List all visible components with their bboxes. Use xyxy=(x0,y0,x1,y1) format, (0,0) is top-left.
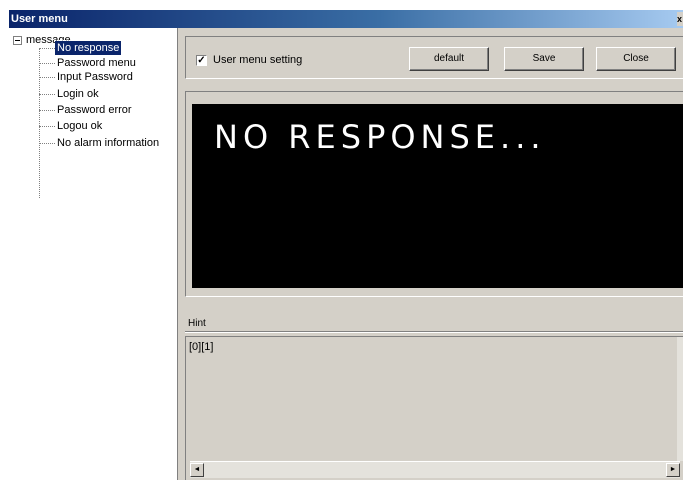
title-bar[interactable]: User menu x xyxy=(9,10,683,28)
default-button[interactable]: default xyxy=(409,47,489,71)
scroll-right-icon[interactable]: ► xyxy=(666,463,680,477)
preview-frame: NO RESPONSE... xyxy=(185,91,683,297)
tree-item-no-alarm-information[interactable]: No alarm information xyxy=(39,136,161,150)
tree-item-no-response[interactable]: No response xyxy=(39,40,123,56)
save-button[interactable]: Save xyxy=(504,47,584,71)
tree-item-input-password[interactable]: Input Password xyxy=(39,70,135,84)
collapse-icon[interactable] xyxy=(13,35,22,45)
tree-item-label: Input Password xyxy=(57,71,133,83)
toolbar: ✓ User menu setting default Save Close xyxy=(185,36,683,79)
tree-item-label: Password error xyxy=(57,104,132,116)
message-tree[interactable]: message No response Password menu Input … xyxy=(9,28,178,480)
hint-box[interactable]: [0][1] ◄ ► xyxy=(185,336,683,480)
settings-panel: ✓ User menu setting default Save Close N… xyxy=(178,28,683,480)
scroll-left-icon[interactable]: ◄ xyxy=(190,463,204,477)
preview-screen: NO RESPONSE... xyxy=(192,104,683,288)
close-window-button[interactable]: x xyxy=(677,12,683,26)
hint-label: Hint xyxy=(188,318,206,329)
horizontal-scrollbar[interactable]: ◄ ► xyxy=(190,461,680,478)
tree-item-label: No response xyxy=(53,40,123,56)
window-title: User menu xyxy=(11,13,68,25)
hint-text: [0][1] xyxy=(189,341,214,353)
user-menu-setting-checkbox[interactable]: ✓ xyxy=(196,54,207,66)
vertical-scrollbar[interactable] xyxy=(677,337,683,461)
user-menu-setting-label: User menu setting xyxy=(213,54,303,66)
close-button[interactable]: Close xyxy=(596,47,676,71)
user-menu-setting-option[interactable]: ✓ User menu setting xyxy=(196,54,302,66)
tree-item-label: Password menu xyxy=(57,57,136,69)
preview-message: NO RESPONSE... xyxy=(214,118,546,156)
tree-item-label: Logou ok xyxy=(57,120,103,132)
tree-item-password-error[interactable]: Password error xyxy=(39,103,134,117)
tree-item-label: No alarm information xyxy=(57,137,160,149)
tree-item-login-ok[interactable]: Login ok xyxy=(39,87,101,101)
tree-item-label: Login ok xyxy=(57,88,99,100)
tree-item-logou-ok[interactable]: Logou ok xyxy=(39,119,104,133)
hint-divider xyxy=(185,331,683,333)
tree-item-password-menu[interactable]: Password menu xyxy=(39,56,138,70)
